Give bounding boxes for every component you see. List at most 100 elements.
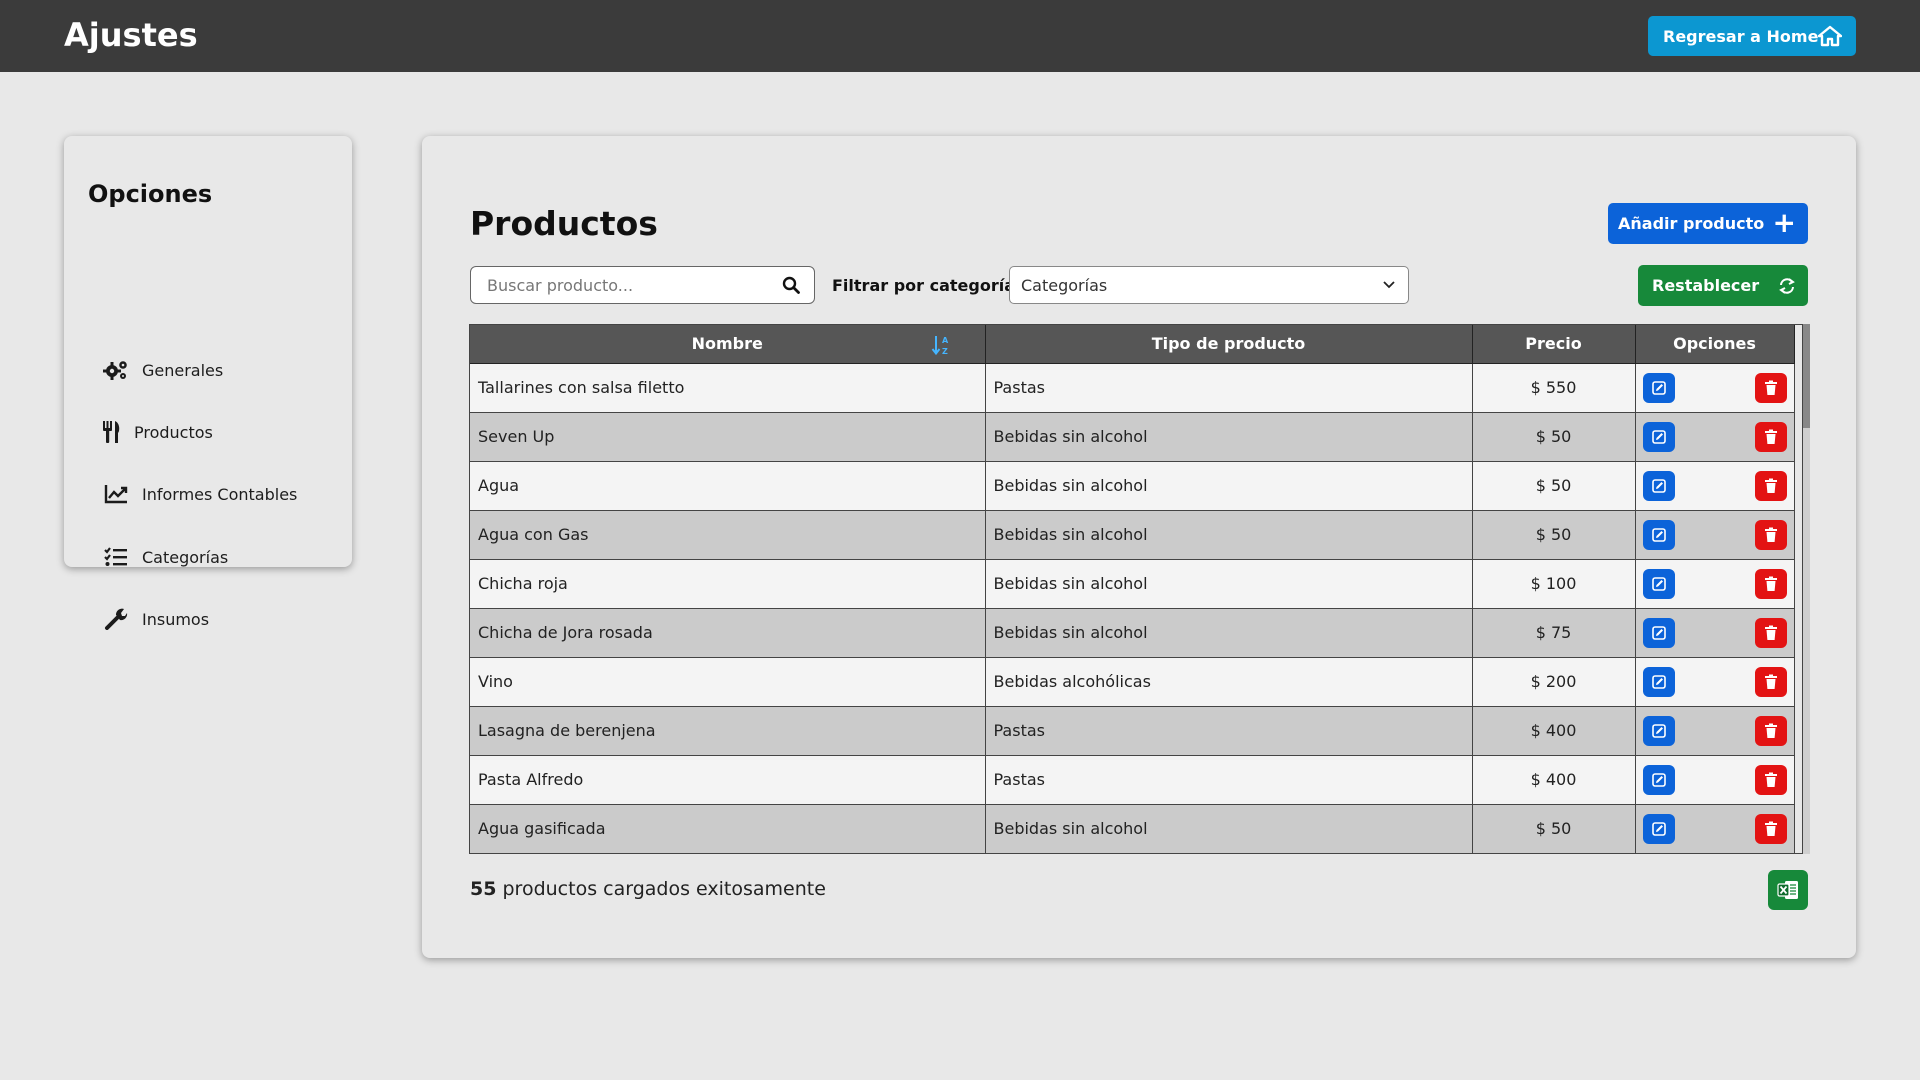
search-box — [470, 266, 815, 304]
delete-button[interactable] — [1754, 617, 1787, 648]
edit-icon — [1651, 674, 1666, 689]
column-header-nombre[interactable]: Nombre AZ — [470, 325, 986, 364]
delete-button[interactable] — [1754, 519, 1787, 550]
sidebar-title: Opciones — [88, 180, 213, 208]
edit-button[interactable] — [1642, 715, 1675, 746]
trash-icon — [1764, 527, 1778, 543]
chevron-down-icon — [1383, 281, 1395, 289]
sidebar-item-label: Categorías — [142, 547, 229, 567]
table-row: Tallarines con salsa filetto Pastas $ 550 — [470, 363, 1795, 413]
category-select-value: Categorías — [1021, 275, 1108, 295]
cell-nombre: Chicha de Jora rosada — [470, 608, 986, 658]
cell-nombre: Seven Up — [470, 412, 986, 462]
table-row: Agua Bebidas sin alcohol $ 50 — [470, 461, 1795, 511]
cell-precio: $ 100 — [1472, 559, 1636, 609]
table-row: Vino Bebidas alcohólicas $ 200 — [470, 657, 1795, 707]
delete-button[interactable] — [1754, 813, 1787, 844]
trash-icon — [1764, 723, 1778, 739]
edit-icon — [1651, 723, 1666, 738]
cell-tipo: Pastas — [985, 755, 1473, 805]
gears-icon — [102, 358, 130, 382]
cell-opciones — [1635, 412, 1795, 462]
excel-icon — [1777, 881, 1798, 899]
plus-icon: + — [1772, 206, 1796, 239]
home-icon — [1818, 25, 1842, 47]
sort-alpha-icon[interactable]: AZ — [931, 334, 951, 356]
cell-tipo: Bebidas sin alcohol — [985, 461, 1473, 511]
cell-precio: $ 400 — [1472, 706, 1636, 756]
cell-precio: $ 50 — [1472, 461, 1636, 511]
edit-button[interactable] — [1642, 764, 1675, 795]
cell-opciones — [1635, 657, 1795, 707]
edit-button[interactable] — [1642, 470, 1675, 501]
edit-icon — [1651, 380, 1666, 395]
search-input[interactable] — [471, 267, 761, 303]
products-table-container: Nombre AZ Tipo de producto Precio Opcion… — [469, 324, 1803, 854]
sidebar-item-insumos[interactable]: Insumos — [102, 599, 332, 639]
delete-button[interactable] — [1754, 421, 1787, 452]
delete-button[interactable] — [1754, 764, 1787, 795]
cell-nombre: Lasagna de berenjena — [470, 706, 986, 756]
add-product-button[interactable]: Añadir producto + — [1608, 203, 1808, 244]
cell-opciones — [1635, 804, 1795, 853]
edit-button[interactable] — [1642, 617, 1675, 648]
cell-tipo: Bebidas sin alcohol — [985, 510, 1473, 560]
table-row: Lasagna de berenjena Pastas $ 400 — [470, 706, 1795, 756]
edit-button[interactable] — [1642, 519, 1675, 550]
table-row: Chicha de Jora rosada Bebidas sin alcohol… — [470, 608, 1795, 658]
edit-button[interactable] — [1642, 568, 1675, 599]
cell-precio: $ 50 — [1472, 412, 1636, 462]
delete-button[interactable] — [1754, 470, 1787, 501]
cell-precio: $ 50 — [1472, 510, 1636, 560]
cell-precio: $ 75 — [1472, 608, 1636, 658]
edit-button[interactable] — [1642, 421, 1675, 452]
cell-opciones — [1635, 363, 1795, 413]
cell-tipo: Bebidas sin alcohol — [985, 559, 1473, 609]
trash-icon — [1764, 821, 1778, 837]
delete-button[interactable] — [1754, 715, 1787, 746]
sidebar-item-generales[interactable]: Generales — [102, 350, 332, 390]
delete-button[interactable] — [1754, 666, 1787, 697]
scrollbar-thumb[interactable] — [1803, 324, 1810, 428]
sidebar-item-categorias[interactable]: Categorías — [102, 537, 332, 577]
wrench-icon — [102, 607, 130, 631]
status-message: productos cargados exitosamente — [502, 878, 826, 900]
delete-button[interactable] — [1754, 372, 1787, 403]
cell-precio: $ 400 — [1472, 755, 1636, 805]
home-button[interactable]: Regresar a Home — [1648, 16, 1856, 56]
sidebar-item-label: Generales — [142, 360, 224, 380]
cell-opciones — [1635, 461, 1795, 511]
trash-icon — [1764, 625, 1778, 641]
products-table: Nombre AZ Tipo de producto Precio Opcion… — [470, 325, 1795, 853]
cell-nombre: Tallarines con salsa filetto — [470, 363, 986, 413]
cell-opciones — [1635, 510, 1795, 560]
edit-button[interactable] — [1642, 813, 1675, 844]
reset-button[interactable]: Restablecer — [1638, 265, 1808, 306]
export-excel-button[interactable] — [1768, 870, 1808, 910]
filter-label: Filtrar por categoría — [832, 276, 1015, 295]
delete-button[interactable] — [1754, 568, 1787, 599]
cell-tipo: Pastas — [985, 363, 1473, 413]
table-scrollbar[interactable] — [1803, 324, 1810, 854]
edit-button[interactable] — [1642, 666, 1675, 697]
cell-nombre: Agua con Gas — [470, 510, 986, 560]
column-header-tipo: Tipo de producto — [985, 325, 1473, 364]
trash-icon — [1764, 380, 1778, 396]
sidebar-item-informes-contables[interactable]: Informes Contables — [102, 474, 332, 514]
refresh-icon — [1779, 278, 1795, 294]
category-select[interactable]: Categorías — [1009, 266, 1409, 304]
column-header-opciones: Opciones — [1635, 325, 1795, 364]
sidebar-item-productos[interactable]: Productos — [102, 412, 332, 452]
add-product-label: Añadir producto — [1618, 214, 1765, 233]
cell-precio: $ 50 — [1472, 804, 1636, 853]
sidebar-item-label: Insumos — [142, 609, 210, 629]
trash-icon — [1764, 478, 1778, 494]
app-title: Ajustes — [64, 16, 198, 54]
search-icon[interactable] — [782, 276, 800, 294]
table-row: Agua con Gas Bebidas sin alcohol $ 50 — [470, 510, 1795, 560]
edit-button[interactable] — [1642, 372, 1675, 403]
top-bar: Ajustes Regresar a Home — [0, 0, 1920, 72]
cell-opciones — [1635, 706, 1795, 756]
edit-icon — [1651, 625, 1666, 640]
cell-tipo: Pastas — [985, 706, 1473, 756]
